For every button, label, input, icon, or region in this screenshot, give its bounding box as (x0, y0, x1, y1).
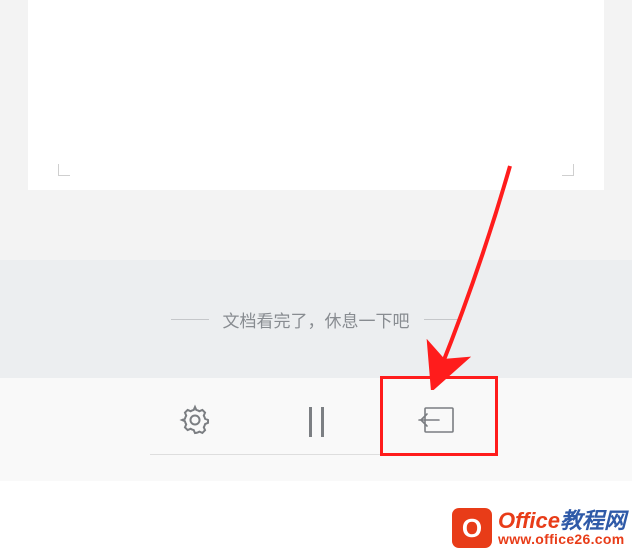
toolbar-divider (150, 454, 482, 455)
watermark-logo: O (452, 508, 492, 548)
page-indicator-button[interactable] (271, 392, 361, 452)
watermark-title: Office教程网 (498, 509, 626, 532)
divider (171, 319, 209, 320)
settings-button[interactable] (150, 392, 240, 452)
watermark-text: Office教程网 www.office26.com (498, 509, 626, 547)
pause-bars-icon (309, 407, 324, 437)
exit-button[interactable] (392, 392, 482, 452)
watermark: O Office教程网 www.office26.com (452, 508, 626, 548)
gear-icon (178, 403, 212, 442)
watermark-logo-letter: O (462, 513, 482, 544)
divider (424, 319, 462, 320)
page-corner-mark (58, 164, 70, 176)
end-message: 文档看完了，休息一下吧 (223, 307, 410, 332)
watermark-url: www.office26.com (498, 532, 626, 547)
bottom-toolbar (0, 378, 632, 481)
document-page[interactable] (28, 0, 604, 190)
end-of-document-banner: 文档看完了，休息一下吧 (0, 260, 632, 378)
page-corner-mark (562, 164, 574, 176)
exit-icon (417, 404, 457, 441)
document-viewer (0, 0, 632, 260)
toolbar-row (150, 392, 482, 452)
